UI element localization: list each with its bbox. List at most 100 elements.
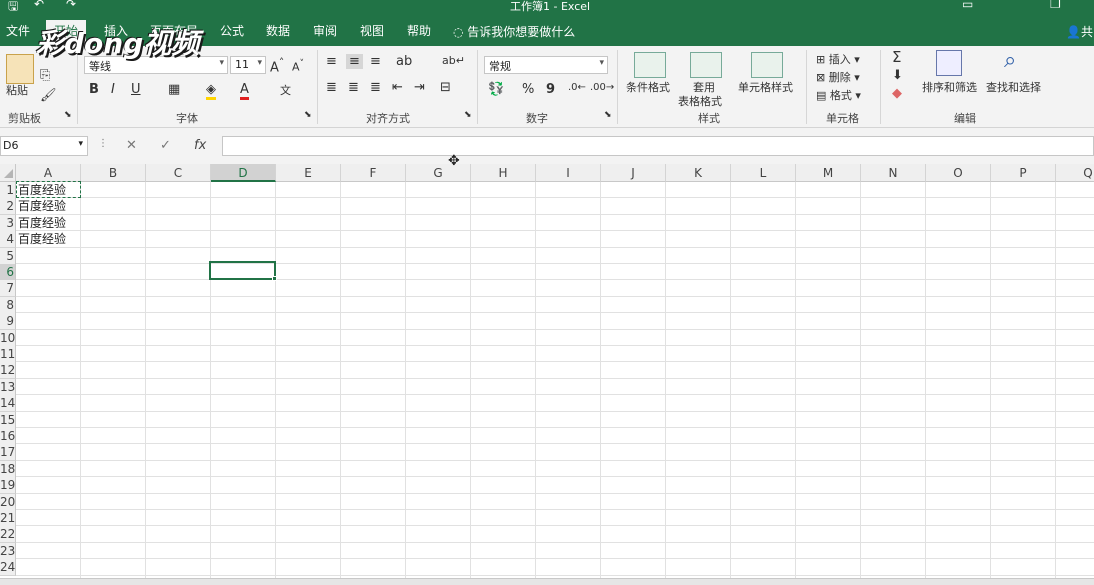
decrease-indent-icon[interactable]: ⇤ bbox=[392, 80, 403, 95]
increase-decimal-icon[interactable]: .0← bbox=[568, 82, 586, 93]
share-button[interactable]: 👤共 bbox=[1066, 23, 1093, 40]
insert-cells-button[interactable]: ⊞ 插入 ▾ bbox=[816, 51, 860, 67]
sort-filter-icon[interactable] bbox=[936, 50, 962, 76]
fill-color-icon[interactable]: ◈ bbox=[206, 82, 216, 100]
column-header-m[interactable]: M bbox=[796, 164, 861, 182]
formula-input[interactable] bbox=[222, 136, 1094, 156]
column-header-p[interactable]: P bbox=[991, 164, 1056, 182]
sheet-tab-bar[interactable] bbox=[0, 578, 1094, 585]
cell-a4[interactable]: 百度经验 bbox=[16, 231, 81, 248]
tab-data[interactable]: 数据 bbox=[266, 22, 290, 39]
row-header-13[interactable]: 13 bbox=[0, 378, 16, 396]
clear-icon[interactable]: ◆ bbox=[892, 86, 902, 101]
table-format-label-2[interactable]: 表格格式 bbox=[678, 93, 722, 109]
find-select-button[interactable]: 查找和选择 bbox=[986, 79, 1041, 95]
column-header-o[interactable]: O bbox=[926, 164, 991, 182]
name-box[interactable]: D6 ▾ bbox=[0, 136, 88, 156]
table-format-icon[interactable] bbox=[690, 52, 722, 78]
sort-filter-button[interactable]: 排序和筛选 bbox=[922, 79, 977, 95]
row-header-15[interactable]: 15 bbox=[0, 411, 16, 429]
column-header-d[interactable]: D bbox=[211, 164, 276, 182]
paste-label[interactable]: 粘贴 bbox=[6, 82, 28, 98]
align-right-icon[interactable]: ≣ bbox=[370, 80, 381, 95]
column-header-g[interactable]: G bbox=[406, 164, 471, 182]
worksheet-grid[interactable]: A B C D E F G H I J K L M N O P Q 1 2 3 4 5 6 7 8 9 10 11 12 13 14 15 16… bbox=[0, 164, 1094, 585]
orientation-icon[interactable]: ab bbox=[396, 54, 412, 69]
row-header-17[interactable]: 17 bbox=[0, 444, 16, 462]
row-header-11[interactable]: 11 bbox=[0, 346, 16, 363]
tab-view[interactable]: 视图 bbox=[360, 22, 384, 39]
column-header-n[interactable]: N bbox=[861, 164, 926, 182]
row-header-7[interactable]: 7 bbox=[0, 280, 16, 298]
column-header-j[interactable]: J bbox=[601, 164, 666, 182]
column-header-l[interactable]: L bbox=[731, 164, 796, 182]
borders-icon[interactable]: ▦ bbox=[168, 82, 180, 97]
restore-icon[interactable]: ❐ bbox=[1050, 0, 1061, 11]
cell-a2[interactable]: 百度经验 bbox=[16, 198, 81, 215]
active-cell-d6[interactable] bbox=[209, 261, 276, 280]
align-middle-icon[interactable]: ≡ bbox=[346, 54, 363, 69]
column-header-e[interactable]: E bbox=[276, 164, 341, 182]
grow-font-icon[interactable]: A˄ bbox=[270, 56, 284, 75]
row-header-18[interactable]: 18 bbox=[0, 460, 16, 478]
cancel-button[interactable]: ✕ bbox=[126, 138, 137, 153]
search-icon[interactable]: ⌕ bbox=[1004, 48, 1016, 73]
column-header-k[interactable]: K bbox=[666, 164, 731, 182]
ribbon-display-icon[interactable]: ▭ bbox=[962, 0, 973, 11]
row-header-8[interactable]: 8 bbox=[0, 296, 16, 314]
conditional-format-icon[interactable] bbox=[634, 52, 666, 78]
more-icon[interactable]: ⋮ bbox=[98, 138, 108, 149]
comma-style-button[interactable]: 9 bbox=[546, 82, 555, 97]
redo-icon[interactable]: ↷ bbox=[66, 0, 76, 11]
conditional-format-button[interactable]: 条件格式 bbox=[626, 79, 670, 95]
row-header-3[interactable]: 3 bbox=[0, 214, 16, 232]
row-header-24[interactable]: 24 bbox=[0, 559, 16, 577]
wrap-text-icon[interactable]: ab↵ bbox=[442, 54, 465, 67]
row-header-6[interactable]: 6 bbox=[0, 264, 16, 281]
insert-function-button[interactable]: fx bbox=[194, 138, 206, 153]
align-bottom-icon[interactable]: ≡ bbox=[370, 54, 381, 69]
tab-file[interactable]: 文件 bbox=[6, 22, 30, 39]
column-header-c[interactable]: C bbox=[146, 164, 211, 182]
decrease-decimal-icon[interactable]: .00→ bbox=[590, 82, 614, 93]
alignment-launcher-icon[interactable]: ⬊ bbox=[464, 110, 472, 120]
font-launcher-icon[interactable]: ⬊ bbox=[304, 110, 312, 120]
cell-a3[interactable]: 百度经验 bbox=[16, 215, 81, 232]
row-header-12[interactable]: 12 bbox=[0, 362, 16, 380]
number-launcher-icon[interactable]: ⬊ bbox=[604, 110, 612, 120]
increase-indent-icon[interactable]: ⇥ bbox=[414, 80, 425, 95]
row-header-10[interactable]: 10 bbox=[0, 329, 16, 347]
number-format-select[interactable]: 常规 ▾ bbox=[484, 56, 608, 74]
align-left-icon[interactable]: ≣ bbox=[326, 80, 337, 95]
bold-button[interactable]: B bbox=[89, 82, 99, 97]
merge-center-icon[interactable]: ⊟ bbox=[440, 80, 451, 95]
copy-icon[interactable]: ⎘ bbox=[40, 68, 50, 83]
row-header-19[interactable]: 19 bbox=[0, 477, 16, 495]
column-header-a[interactable]: A bbox=[16, 164, 81, 182]
row-header-20[interactable]: 20 bbox=[0, 493, 16, 511]
enter-button[interactable]: ✓ bbox=[160, 138, 171, 153]
shrink-font-icon[interactable]: A˅ bbox=[292, 58, 304, 74]
align-top-icon[interactable]: ≡ bbox=[326, 54, 337, 69]
paste-icon[interactable] bbox=[6, 54, 34, 84]
italic-button[interactable]: I bbox=[111, 82, 115, 97]
row-header-2[interactable]: 2 bbox=[0, 198, 16, 216]
delete-cells-button[interactable]: ⊠ 删除 ▾ bbox=[816, 69, 860, 85]
format-painter-icon[interactable]: 🖌 bbox=[40, 88, 57, 103]
tab-review[interactable]: 审阅 bbox=[313, 22, 337, 39]
align-center-icon[interactable]: ≣ bbox=[348, 80, 359, 95]
percent-button[interactable]: % bbox=[522, 82, 534, 97]
autosum-button[interactable]: Σ bbox=[892, 48, 901, 66]
row-header-22[interactable]: 22 bbox=[0, 526, 16, 544]
row-header-14[interactable]: 14 bbox=[0, 395, 16, 413]
underline-button[interactable]: U bbox=[131, 82, 141, 97]
tab-formulas[interactable]: 公式 bbox=[220, 22, 244, 39]
column-header-i[interactable]: I bbox=[536, 164, 601, 182]
row-header-9[interactable]: 9 bbox=[0, 313, 16, 331]
column-header-q[interactable]: Q bbox=[1056, 164, 1094, 182]
tell-me-search[interactable]: ◌ 告诉我你想要做什么 bbox=[453, 23, 575, 40]
clipboard-launcher-icon[interactable]: ⬊ bbox=[64, 110, 72, 120]
phonetic-button[interactable]: 文 bbox=[280, 82, 291, 98]
row-header-23[interactable]: 23 bbox=[0, 542, 16, 560]
font-size-select[interactable]: 11 ▾ bbox=[230, 56, 266, 74]
